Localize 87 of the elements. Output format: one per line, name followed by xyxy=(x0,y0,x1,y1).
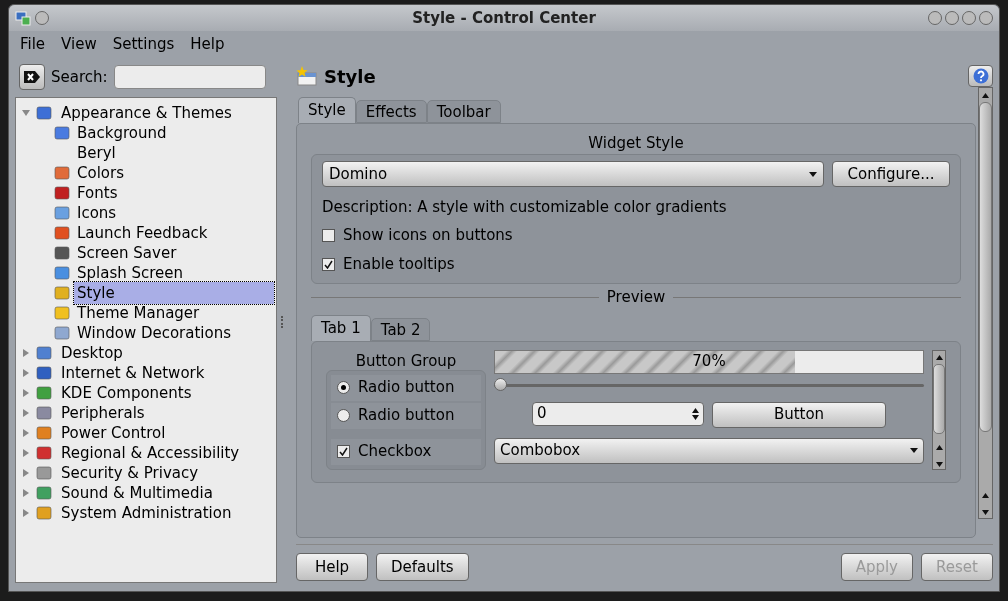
expand-arrow-icon[interactable] xyxy=(22,409,30,417)
spin-arrows-icon xyxy=(692,407,699,420)
menu-item[interactable]: Help xyxy=(184,31,231,57)
slider-thumb[interactable] xyxy=(494,377,507,391)
scrollbar-thumb[interactable] xyxy=(933,363,945,434)
category-icon xyxy=(36,365,52,381)
category-icon xyxy=(54,285,70,301)
tab[interactable]: Style xyxy=(298,97,356,123)
maximize-button[interactable] xyxy=(962,11,976,25)
checkbox[interactable] xyxy=(322,229,335,242)
tab[interactable]: Effects xyxy=(355,100,427,123)
clear-search-button[interactable] xyxy=(19,64,45,90)
help-window-button[interactable] xyxy=(928,11,942,25)
category-icon xyxy=(54,265,70,281)
scrollbar[interactable] xyxy=(978,87,993,519)
category-icon xyxy=(36,345,52,361)
expand-arrow-icon[interactable] xyxy=(22,509,30,517)
configure-button[interactable]: Configure... xyxy=(832,161,950,187)
checkbox-label[interactable]: Show icons on buttons xyxy=(343,224,513,247)
search-field[interactable] xyxy=(113,65,266,89)
minimize-button[interactable] xyxy=(945,11,959,25)
style-icon xyxy=(296,65,318,87)
category-icon xyxy=(54,125,70,141)
expand-arrow-icon[interactable] xyxy=(22,469,30,477)
category-icon xyxy=(36,465,52,481)
category-icon xyxy=(36,445,52,461)
group-heading: Widget Style xyxy=(587,133,685,154)
category-icon xyxy=(36,385,52,401)
checkbox[interactable] xyxy=(322,258,335,271)
group-heading: Preview xyxy=(605,287,667,309)
monitor-icon xyxy=(15,10,31,26)
window-title: Style - Control Center xyxy=(412,7,596,29)
radio-button[interactable] xyxy=(337,409,350,422)
dialog-button[interactable]: Help xyxy=(296,553,368,581)
menu-item[interactable]: View xyxy=(55,31,103,57)
collapse-arrow-icon[interactable] xyxy=(22,109,30,117)
preview-button[interactable]: Button xyxy=(712,401,886,428)
help-button[interactable] xyxy=(968,65,993,87)
dialog-button[interactable]: Defaults xyxy=(376,553,469,581)
expand-arrow-icon[interactable] xyxy=(22,449,30,457)
clear-icon xyxy=(23,70,41,84)
category-icon xyxy=(54,185,70,201)
checkbox-label[interactable]: Enable tooltips xyxy=(343,253,455,276)
menu-item[interactable]: File xyxy=(14,31,52,57)
page-title: Style xyxy=(324,64,376,89)
help-icon xyxy=(972,68,989,84)
close-button[interactable] xyxy=(979,11,993,25)
splitter-handle[interactable] xyxy=(281,315,284,328)
preview-combobox[interactable]: Combobox xyxy=(494,437,924,464)
scroll-up-icon xyxy=(982,93,989,98)
group-heading: Button Group xyxy=(354,350,458,370)
progress-reading: 70% xyxy=(691,351,727,373)
scrollbar-thumb[interactable] xyxy=(979,102,992,432)
category-icon xyxy=(36,105,52,121)
tab[interactable]: Tab 2 xyxy=(370,317,431,341)
category-icon xyxy=(36,505,52,521)
dropdown-arrow-icon xyxy=(910,448,918,453)
tree-item[interactable]: Style xyxy=(74,281,274,305)
expand-arrow-icon[interactable] xyxy=(22,389,30,397)
radio-button[interactable] xyxy=(337,381,350,394)
expand-arrow-icon[interactable] xyxy=(22,429,30,437)
category-icon xyxy=(54,305,70,321)
dropdown-arrow-icon xyxy=(809,171,817,177)
category-icon xyxy=(54,205,70,221)
scroll-up-icon xyxy=(935,354,943,360)
category-icon xyxy=(36,425,52,441)
window-menu-button[interactable] xyxy=(35,11,49,25)
expand-arrow-icon[interactable] xyxy=(22,369,30,377)
category-icon xyxy=(54,245,70,261)
scroll-arrows-icon xyxy=(982,493,989,515)
style-combobox[interactable]: Domino xyxy=(322,161,824,187)
category-icon xyxy=(36,485,52,501)
expand-arrow-icon[interactable] xyxy=(22,349,30,357)
spin-box[interactable]: 0 xyxy=(532,401,704,426)
category-icon xyxy=(54,165,70,181)
description-text: Description: A style with customizable color gradients xyxy=(322,197,728,218)
checkbox[interactable] xyxy=(337,445,350,458)
category-icon xyxy=(36,405,52,421)
scrollbar[interactable] xyxy=(932,349,946,470)
tab[interactable]: Tab 1 xyxy=(311,314,371,341)
category-icon xyxy=(54,225,70,241)
menu-item[interactable]: Settings xyxy=(106,31,181,57)
expand-arrow-icon[interactable] xyxy=(22,489,30,497)
category-icon xyxy=(54,325,70,341)
scroll-arrows-icon xyxy=(935,444,943,467)
tab[interactable]: Toolbar xyxy=(426,100,501,123)
search-label: Search: xyxy=(51,66,108,88)
